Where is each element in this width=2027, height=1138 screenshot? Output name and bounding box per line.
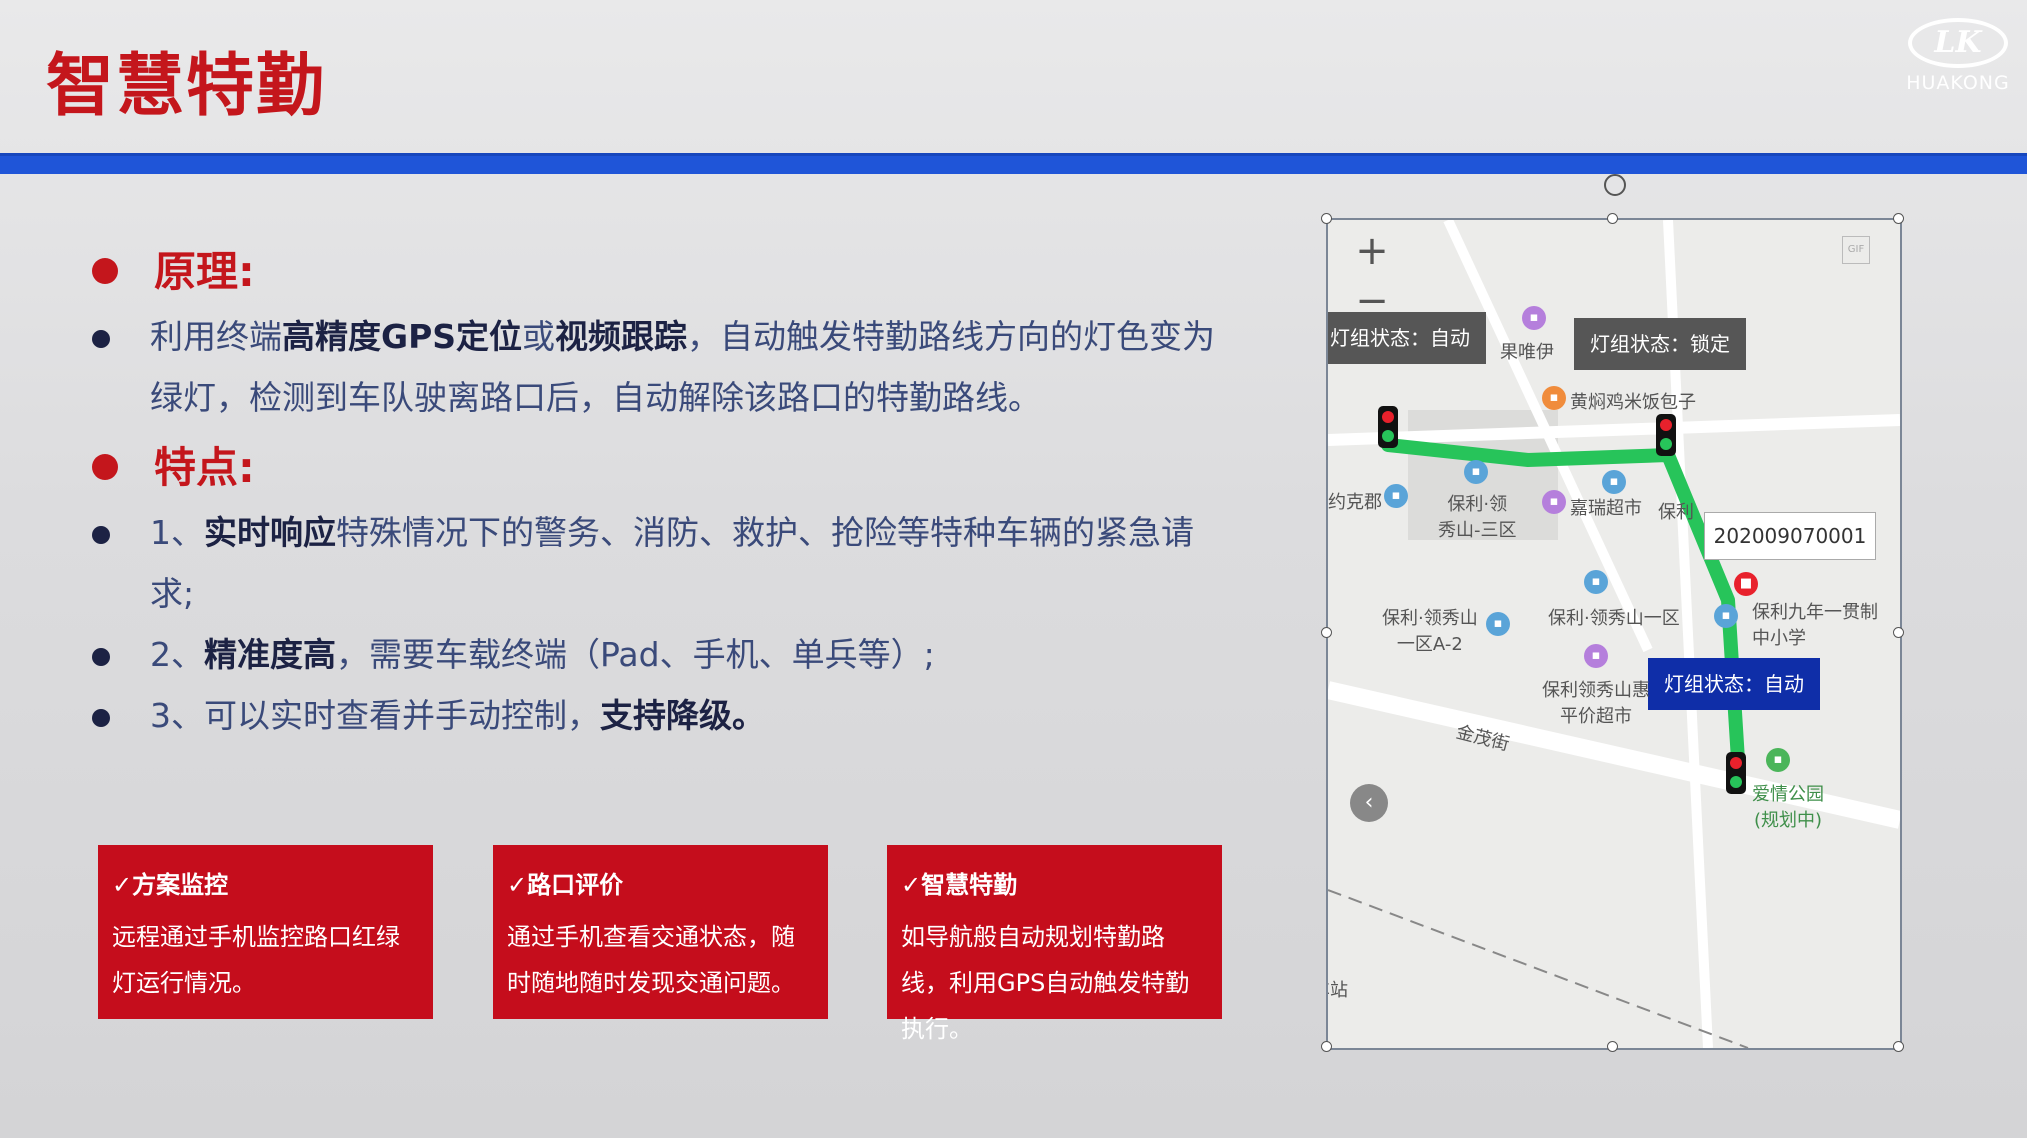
logo-text: HUAKONG	[1906, 72, 2010, 94]
resize-handle[interactable]	[1893, 213, 1904, 224]
light-state-left: 灯组状态：自动	[1328, 312, 1486, 364]
principle-text-a: 利用终端	[150, 317, 282, 356]
feature-2-text: 2、精准度高，需要车载终端（Pad、手机、单兵等）;	[150, 624, 1230, 685]
principle-text-b: 或	[522, 317, 556, 356]
shop-icon: ▪	[1522, 306, 1546, 330]
back-arrow-button[interactable]: ‹	[1350, 784, 1388, 822]
feature-3-text: 3、可以实时查看并手动控制，支持降级。	[150, 685, 1230, 746]
feature-item-3: 3、可以实时查看并手动控制，支持降级。	[92, 685, 1230, 746]
place-huangmen: 黄焖鸡米饭包子	[1570, 392, 1696, 413]
slide-title: 智慧特勤	[46, 47, 327, 126]
features-heading: 特点:	[154, 443, 255, 492]
park-icon: ▪	[1766, 748, 1790, 772]
building-icon: ▪	[1602, 470, 1626, 494]
restaurant-icon: ▪	[1542, 386, 1566, 410]
map-screenshot[interactable]: + − GIF 灯组状态：自动 灯组状态：锁定 灯组状态：自动 20200907…	[1326, 218, 1902, 1050]
resize-handle[interactable]	[1893, 627, 1904, 638]
place-station: 车站	[1328, 980, 1348, 1001]
resize-handle[interactable]	[1607, 1041, 1618, 1052]
resize-handle[interactable]	[1321, 213, 1332, 224]
card-title: ✓路口评价	[507, 871, 624, 899]
principle-bold-gps: 高精度GPS定位	[282, 317, 523, 356]
card-smart-escort: ✓智慧特勤 如导航般自动规划特勤路线，利用GPS自动触发特勤执行。	[887, 845, 1222, 1043]
card-scheme-monitoring: ✓方案监控 远程通过手机监控路口红绿灯运行情况。	[98, 845, 433, 1019]
place-yuekejun: 约克郡	[1328, 492, 1382, 513]
place-baoli-market: 保利领秀山惠 平价超市	[1542, 680, 1650, 727]
card-body: 通过手机查看交通状态，随时随地随时发现交通问题。	[507, 923, 795, 997]
logo-mark: LK	[1908, 18, 2008, 68]
red-bullet-icon	[92, 258, 118, 284]
feature-item-1: 1、实时响应特殊情况下的警务、消防、救护、抢险等特种车辆的紧急请求;	[92, 502, 1230, 624]
feature-2-body: ，需要车载终端（Pad、手机、单兵等）;	[336, 635, 935, 674]
feature-1-bold: 实时响应	[204, 513, 336, 552]
feature-2-prefix: 2、	[150, 635, 204, 674]
card-body: 远程通过手机监控路口红绿灯运行情况。	[112, 923, 400, 997]
place-park: 爱情公园 (规划中)	[1752, 784, 1824, 831]
light-state-bottom: 灯组状态：自动	[1648, 658, 1820, 710]
principle-text: 利用终端高精度GPS定位或视频跟踪，自动触发特勤路线方向的灯色变为绿灯，检测到车…	[150, 306, 1230, 428]
place-baoli-a2: 保利·领秀山 一区A-2	[1382, 608, 1478, 655]
vehicle-id-label: 202009070001	[1704, 512, 1876, 560]
principle-bold-video: 视频跟踪	[555, 317, 688, 356]
vehicle-marker-icon[interactable]: ■	[1734, 572, 1758, 596]
resize-handle[interactable]	[1321, 1041, 1332, 1052]
resize-handle[interactable]	[1607, 213, 1618, 224]
feature-1-text: 1、实时响应特殊情况下的警务、消防、救护、抢险等特种车辆的紧急请求;	[150, 502, 1230, 624]
huakong-logo: LK HUAKONG	[1903, 4, 2013, 94]
place-guoweiyi: 果唯伊	[1500, 342, 1554, 363]
navy-bullet-icon	[92, 330, 110, 348]
feature-3-body: 可以实时查看并手动控制，	[204, 696, 600, 735]
building-icon: ▪	[1384, 484, 1408, 508]
place-baoli-school: 保利九年一贯制 中小学	[1752, 602, 1878, 649]
light-state-top: 灯组状态：锁定	[1574, 318, 1746, 370]
building-icon: ▪	[1464, 460, 1488, 484]
principle-heading: 原理:	[154, 247, 255, 296]
building-icon: ▪	[1486, 612, 1510, 636]
card-body: 如导航般自动规划特勤路线，利用GPS自动触发特勤执行。	[901, 923, 1190, 1043]
place-baoli-yiqu: 保利·领秀山一区	[1548, 608, 1680, 629]
card-title: ✓智慧特勤	[901, 871, 1018, 899]
principle-heading-row: 原理:	[92, 240, 255, 304]
navy-bullet-icon	[92, 648, 110, 666]
navy-bullet-icon	[92, 526, 110, 544]
header-divider-bar	[0, 153, 2027, 174]
feature-2-bold: 精准度高	[204, 635, 336, 674]
traffic-light-icon[interactable]	[1726, 752, 1746, 794]
traffic-light-icon[interactable]	[1656, 414, 1676, 456]
rotate-handle-icon[interactable]	[1604, 174, 1626, 196]
resize-handle[interactable]	[1893, 1041, 1904, 1052]
zoom-in-button[interactable]: +	[1342, 226, 1402, 276]
gif-button[interactable]: GIF	[1842, 236, 1870, 264]
shop-icon: ▪	[1584, 644, 1608, 668]
feature-1-prefix: 1、	[150, 513, 204, 552]
feature-3-prefix: 3、	[150, 696, 204, 735]
place-jiarui: 嘉瑞超市	[1570, 498, 1642, 519]
traffic-light-icon[interactable]	[1378, 406, 1398, 448]
card-intersection-evaluation: ✓路口评价 通过手机查看交通状态，随时随地随时发现交通问题。	[493, 845, 828, 1019]
card-title: ✓方案监控	[112, 871, 229, 899]
feature-3-bold: 支持降级。	[600, 696, 765, 735]
building-icon: ▪	[1584, 570, 1608, 594]
place-baoli-short: 保利	[1658, 502, 1694, 523]
place-baoli-ling-sanqu: 保利·领 秀山-三区	[1438, 494, 1517, 541]
red-bullet-icon	[92, 454, 118, 480]
resize-handle[interactable]	[1321, 627, 1332, 638]
feature-item-2: 2、精准度高，需要车载终端（Pad、手机、单兵等）;	[92, 624, 1230, 685]
features-heading-row: 特点:	[92, 436, 255, 500]
principle-text-row: 利用终端高精度GPS定位或视频跟踪，自动触发特勤路线方向的灯色变为绿灯，检测到车…	[92, 306, 1230, 428]
navy-bullet-icon	[92, 709, 110, 727]
school-icon: ▪	[1714, 604, 1738, 628]
shop-icon: ▪	[1542, 490, 1566, 514]
